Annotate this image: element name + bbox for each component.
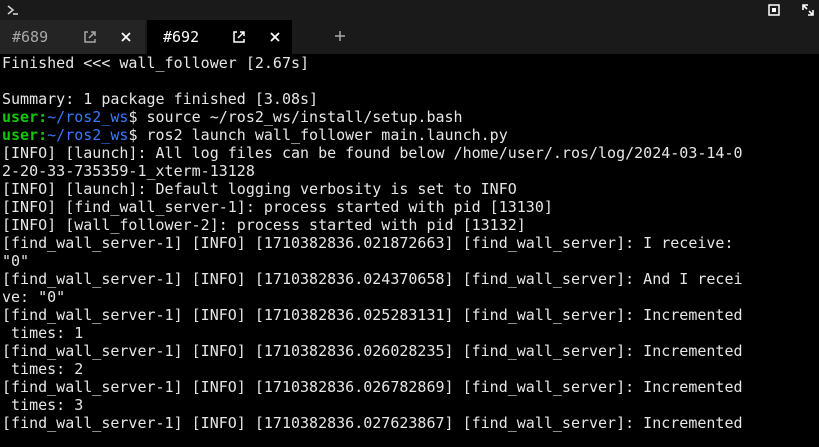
terminal-line: Finished <<< wall_follower [2.67s] — [2, 54, 310, 72]
terminal-line: [find_wall_server-1] [INFO] [1710382836.… — [2, 378, 743, 396]
tab-label: #689 — [12, 28, 49, 46]
terminal-line: 2-20-33-735359-1_xterm-13128 — [2, 162, 255, 180]
command-text: ros2 launch wall_follower main.launch.py — [146, 126, 508, 144]
terminal-line: ve: "0" — [2, 288, 66, 306]
terminal-line: [find_wall_server-1] [INFO] [1710382836.… — [2, 234, 734, 252]
terminal-line: [find_wall_server-1] [INFO] [1710382836.… — [2, 270, 743, 288]
prompt-symbol: $ — [128, 108, 147, 126]
prompt-line: user:~/ros2_ws$ source ~/ros2_ws/install… — [2, 108, 463, 126]
prompt-line: user:~/ros2_ws$ ros2 launch wall_followe… — [2, 126, 508, 144]
terminal-line: [INFO] [launch]: All log files can be fo… — [2, 144, 743, 162]
tab-689[interactable]: #689 — [0, 20, 145, 54]
prompt-symbol: $ — [128, 126, 147, 144]
terminal-icon — [7, 5, 18, 15]
prompt-user: user: — [2, 108, 48, 126]
tab-692[interactable]: #692 — [147, 20, 292, 54]
expand-icon[interactable] — [800, 2, 816, 18]
close-icon[interactable] — [267, 29, 283, 45]
terminal-line: Summary: 1 package finished [3.08s] — [2, 90, 319, 108]
maximize-icon[interactable] — [766, 2, 782, 18]
terminal-line: times: 1 — [2, 324, 84, 342]
prompt-path: ~/ros2_ws — [47, 126, 129, 144]
close-icon[interactable] — [118, 29, 134, 45]
terminal-line: [find_wall_server-1] [INFO] [1710382836.… — [2, 342, 743, 360]
terminal-line: [find_wall_server-1] [INFO] [1710382836.… — [2, 306, 743, 324]
terminal-line: [INFO] [find_wall_server-1]: process sta… — [2, 198, 553, 216]
command-text: source ~/ros2_ws/install/setup.bash — [146, 108, 463, 126]
window-titlebar — [0, 0, 819, 20]
terminal-line: [INFO] [wall_follower-2]: process starte… — [2, 216, 526, 234]
terminal-line: [find_wall_server-1] [INFO] [1710382836.… — [2, 414, 743, 432]
terminal-line: times: 3 — [2, 396, 84, 414]
tab-label: #692 — [163, 28, 200, 46]
prompt-user: user: — [2, 126, 48, 144]
terminal-line: "0" — [2, 252, 30, 270]
prompt-path: ~/ros2_ws — [47, 108, 129, 126]
terminal-line: times: 2 — [2, 360, 84, 378]
plus-icon[interactable] — [332, 28, 348, 44]
terminal-line: [INFO] [launch]: Default logging verbosi… — [2, 180, 517, 198]
popout-icon[interactable] — [231, 29, 247, 45]
popout-icon[interactable] — [82, 29, 98, 45]
terminal-output[interactable]: Finished <<< wall_follower [2.67s] Summa… — [0, 54, 819, 447]
